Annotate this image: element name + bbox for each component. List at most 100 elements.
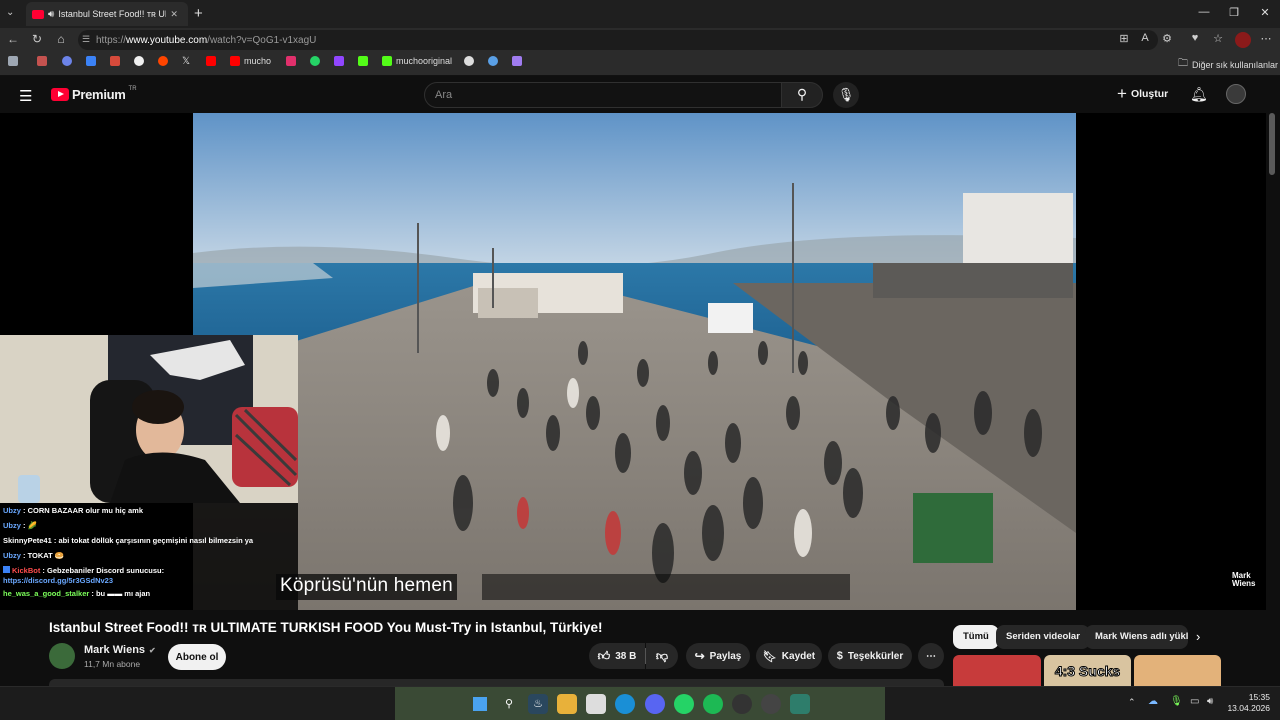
- scrollbar-thumb[interactable]: [1269, 113, 1275, 175]
- chip-from-channel[interactable]: Mark Wiens adlı yükle: [1085, 625, 1188, 649]
- other-bookmarks[interactable]: 🗀 Diğer sık kullanılanlar: [1178, 56, 1278, 73]
- voice-search-button[interactable]: 🎙︎: [833, 82, 859, 108]
- profile-avatar[interactable]: [1235, 32, 1251, 48]
- bookmark-whatsapp[interactable]: [310, 56, 320, 66]
- bookmark-reddit[interactable]: [158, 56, 168, 66]
- channel-avatar[interactable]: [49, 643, 75, 669]
- notifications-bell-icon[interactable]: 🔔︎: [1190, 86, 1208, 103]
- whatsapp-icon[interactable]: [674, 694, 694, 714]
- recommended-thumbnail[interactable]: [953, 655, 1041, 686]
- guide-menu-icon[interactable]: ☰: [19, 87, 32, 105]
- file-explorer-icon[interactable]: [557, 694, 577, 714]
- bookmark-0[interactable]: [8, 56, 18, 66]
- steam-icon[interactable]: ♨: [528, 694, 548, 714]
- taskbar-search-icon[interactable]: ⚲: [499, 694, 519, 714]
- favorites-icon[interactable]: ☆: [1210, 32, 1226, 45]
- share-button[interactable]: ↪ Paylaş: [686, 643, 750, 669]
- bookmark-muchooriginal[interactable]: muchooriginal: [382, 56, 452, 66]
- save-label: Kaydet: [781, 650, 816, 662]
- create-button[interactable]: + Oluştur: [1117, 84, 1168, 104]
- url-prefix: https://: [96, 34, 127, 46]
- network-icon[interactable]: ▭: [1190, 696, 1199, 707]
- address-bar[interactable]: https://www.youtube.com/watch?v=QoG1-v1x…: [78, 30, 1158, 50]
- reload-icon[interactable]: ↻: [29, 32, 45, 46]
- bookmark-1[interactable]: [37, 56, 47, 66]
- search-icon: ⚲: [796, 86, 808, 102]
- channel-name-label: Mark Wiens: [84, 644, 146, 656]
- bookmark-youtube[interactable]: [206, 56, 216, 66]
- tab-list-dropdown[interactable]: ⌄: [6, 7, 14, 18]
- thumbs-down-icon: 👎︎: [655, 648, 669, 663]
- volume-icon[interactable]: 🔊︎: [1207, 696, 1213, 707]
- maximize-icon[interactable]: ❐: [1224, 6, 1244, 19]
- home-icon[interactable]: ⌂: [53, 32, 69, 46]
- tab-title: Istanbul Street Food!! ᴛʀ ULTIMA: [58, 9, 166, 19]
- site-info-icon[interactable]: ☰: [82, 34, 90, 45]
- app-available-icon[interactable]: ⊞: [1116, 32, 1132, 45]
- video-frame[interactable]: [193, 113, 1076, 610]
- app-icon[interactable]: [761, 694, 781, 714]
- store-icon[interactable]: [586, 694, 606, 714]
- search-input[interactable]: Ara: [424, 82, 782, 108]
- bookmark-google[interactable]: [134, 56, 144, 66]
- more-menu-icon[interactable]: ⋯: [1258, 32, 1274, 45]
- like-count: 38 B: [615, 650, 637, 662]
- bookmark-3[interactable]: [86, 56, 96, 66]
- save-button[interactable]: 🔖︎ Kaydet: [756, 643, 822, 669]
- minimize-icon[interactable]: —: [1194, 6, 1214, 18]
- subscribe-button[interactable]: Abone ol: [168, 644, 226, 670]
- bookmark-mucho[interactable]: mucho: [230, 56, 271, 66]
- chat-message: Ubzy : CORN BAZAAR olur mu hiç amk: [3, 506, 144, 515]
- verified-icon: ✔: [149, 645, 156, 655]
- browser-tab-active[interactable]: 🔊︎ Istanbul Street Food!! ᴛʀ ULTIMA ✕: [26, 2, 188, 26]
- extensions-icon[interactable]: ⚙: [1159, 32, 1175, 45]
- bookmarks-bar: [0, 52, 1280, 76]
- caption-background: [482, 574, 850, 600]
- new-tab-button[interactable]: +: [194, 5, 203, 22]
- thanks-button[interactable]: $ Teşekkürler: [828, 643, 912, 669]
- more-actions-button[interactable]: ⋯: [918, 643, 944, 669]
- cloud-icon[interactable]: ☁: [1148, 696, 1158, 707]
- dislike-button[interactable]: 👎︎: [646, 643, 678, 669]
- bookmark-muchooriginal-label: muchooriginal: [396, 56, 453, 66]
- create-label: Oluştur: [1130, 88, 1169, 100]
- description-box[interactable]: [49, 679, 944, 686]
- recommended-thumbnail[interactable]: [1134, 655, 1221, 686]
- like-button[interactable]: 👍︎ 38 B: [589, 643, 645, 669]
- streamer-webcam: [0, 335, 298, 503]
- back-icon[interactable]: ←: [5, 32, 21, 46]
- bookmark-twitch[interactable]: [334, 56, 344, 66]
- start-icon[interactable]: [470, 694, 490, 714]
- speaker-icon[interactable]: 🔊︎: [48, 9, 54, 20]
- obs-icon[interactable]: [732, 694, 752, 714]
- youtube-logo[interactable]: Premium TR: [51, 86, 137, 102]
- close-window-icon[interactable]: ✕: [1255, 6, 1275, 19]
- browser-essentials-icon[interactable]: ♥: [1187, 32, 1203, 44]
- taskbar-clock[interactable]: 15:35 13.04.2026: [1226, 692, 1270, 714]
- chips-next-icon[interactable]: ›: [1196, 629, 1200, 644]
- account-avatar[interactable]: [1226, 84, 1246, 104]
- bookmark-16[interactable]: [464, 56, 474, 66]
- channel-watermark[interactable]: Mark Wiens: [1232, 572, 1262, 588]
- bookmark-x[interactable]: 𝕏: [182, 56, 190, 67]
- other-bookmarks-label: Diğer sık kullanılanlar: [1192, 59, 1279, 70]
- search-button[interactable]: ⚲: [781, 82, 823, 108]
- bookmark-18[interactable]: [512, 56, 522, 66]
- tray-overflow-icon[interactable]: ⌃: [1128, 697, 1136, 708]
- chip-all[interactable]: Tümü: [953, 625, 999, 649]
- bookmark-instagram[interactable]: [286, 56, 296, 66]
- spotify-icon[interactable]: [703, 694, 723, 714]
- chip-from-series[interactable]: Seriden videolar: [996, 625, 1090, 649]
- reading-view-icon[interactable]: A: [1137, 32, 1153, 44]
- edge-icon[interactable]: [615, 694, 635, 714]
- bookmark-2[interactable]: [62, 56, 72, 66]
- app-icon[interactable]: [790, 694, 810, 714]
- recommended-thumbnail[interactable]: 4:3 Sucks: [1044, 655, 1131, 686]
- tab-close-icon[interactable]: ✕: [170, 9, 178, 20]
- bookmark-17[interactable]: [488, 56, 498, 66]
- bookmark-kick[interactable]: [358, 56, 368, 66]
- bookmark-gmail[interactable]: [110, 56, 120, 66]
- mic-tray-icon[interactable]: 🎙︎: [1170, 696, 1183, 707]
- discord-icon[interactable]: [645, 694, 665, 714]
- channel-name[interactable]: Mark Wiens ✔: [84, 644, 156, 656]
